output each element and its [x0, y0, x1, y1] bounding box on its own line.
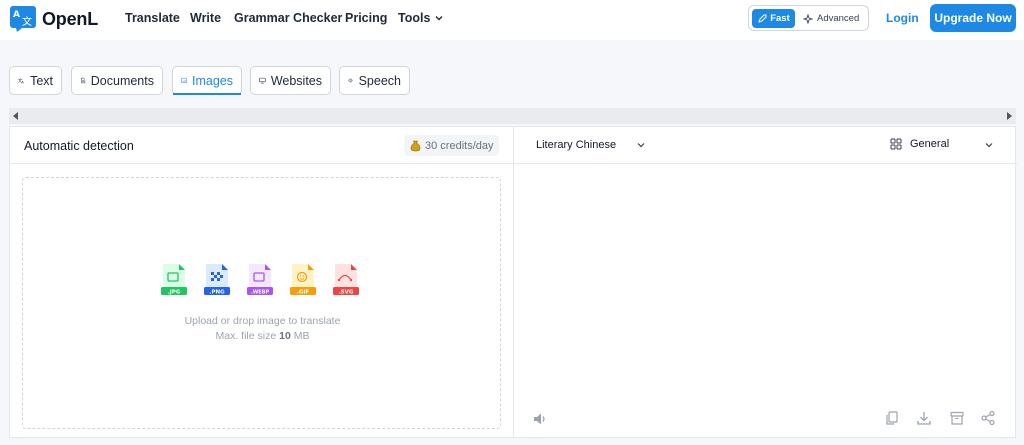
translation-panels: Automatic detection 30 credits/day Liter… — [9, 126, 1017, 439]
share-icon[interactable] — [980, 410, 996, 426]
tab-images-label: Images — [192, 73, 233, 88]
max-file-size-unit: MB — [290, 330, 310, 342]
tab-documents-label: Documents — [90, 73, 154, 88]
nav-pricing[interactable]: Pricing — [345, 11, 387, 25]
login-link[interactable]: Login — [886, 11, 919, 25]
file-type-icons: .JPG .PNG .WEBP .GIF .SVG — [161, 263, 361, 301]
tab-websites[interactable]: Websites — [250, 66, 331, 95]
svg-text:A: A — [21, 79, 24, 84]
download-icon[interactable] — [916, 410, 932, 426]
webp-label: .WEBP — [251, 290, 270, 296]
rocket-icon — [758, 14, 767, 23]
mode-switch: Fast Advanced — [748, 5, 869, 31]
target-language-selector[interactable]: Literary Chinese — [536, 139, 645, 151]
money-bag-icon — [410, 140, 421, 151]
tab-speech-label: Speech — [358, 73, 401, 88]
tab-text[interactable]: 文A Text — [9, 66, 62, 95]
scroll-left-arrow-icon[interactable] — [13, 112, 18, 120]
mode-fast-label: Fast — [770, 13, 790, 24]
nav-grammar-checker[interactable]: Grammar Checker — [234, 11, 342, 25]
nav-translate[interactable]: Translate — [125, 11, 180, 25]
nav-tools[interactable]: Tools — [398, 11, 444, 25]
webp-file-icon: .WEBP — [247, 264, 273, 296]
domain-selector[interactable]: General — [890, 138, 993, 150]
grid-icon — [890, 138, 902, 150]
panel-divider — [513, 127, 514, 439]
archive-icon[interactable] — [949, 410, 965, 426]
openl-logo-icon: A 文 — [10, 6, 36, 32]
tab-documents[interactable]: Documents — [71, 66, 163, 95]
source-language-selector[interactable]: Automatic detection — [24, 139, 134, 153]
dropzone-instructions: Upload or drop image to translate — [184, 315, 341, 327]
svg-text:A: A — [13, 10, 20, 20]
svg-label: .SVG — [339, 290, 354, 296]
active-tab-indicator — [173, 93, 241, 95]
png-label: .PNG — [209, 290, 225, 296]
tab-images[interactable]: Images — [172, 66, 242, 95]
nav-write[interactable]: Write — [190, 11, 221, 25]
copy-icon[interactable] — [884, 410, 900, 426]
jpg-file-icon: .JPG — [161, 264, 187, 296]
image-icon — [181, 78, 187, 83]
top-header: A 文 OpenL Translate Write Grammar Checke… — [0, 0, 1024, 40]
logo[interactable]: A 文 OpenL — [10, 6, 98, 32]
speaker-icon — [348, 77, 353, 84]
max-file-size: Max. file size 10 MB — [23, 330, 502, 342]
listen-speaker-icon[interactable] — [532, 411, 548, 427]
chevron-down-icon — [435, 16, 443, 21]
credits-badge: 30 credits/day — [404, 135, 500, 156]
target-header: Literary Chinese General — [514, 127, 1017, 164]
chevron-down-icon — [637, 143, 645, 148]
target-language-label: Literary Chinese — [536, 139, 617, 151]
mode-advanced-button[interactable]: Advanced — [803, 9, 859, 28]
horizontal-scrollbar[interactable] — [9, 108, 1016, 124]
svg-file-icon: .SVG — [333, 264, 359, 296]
gif-label: .GIF — [297, 290, 310, 296]
source-header: Automatic detection 30 credits/day — [10, 127, 513, 164]
monitor-icon — [259, 77, 266, 84]
domain-label: General — [910, 138, 950, 150]
tab-text-label: Text — [30, 73, 53, 88]
chevron-down-icon — [985, 143, 993, 148]
png-file-icon: .PNG — [204, 264, 230, 296]
mode-fast-button[interactable]: Fast — [752, 9, 795, 28]
tab-websites-label: Websites — [270, 73, 322, 88]
document-icon — [81, 77, 86, 84]
nav-tools-label: Tools — [398, 11, 431, 25]
logo-text: OpenL — [42, 8, 98, 29]
credits-text: 30 credits/day — [425, 139, 494, 152]
mode-advanced-label: Advanced — [817, 13, 860, 24]
svg-text:文: 文 — [22, 15, 32, 28]
tab-speech[interactable]: Speech — [339, 66, 410, 95]
max-file-size-value: 10 — [279, 330, 291, 342]
image-dropzone[interactable]: .JPG .PNG .WEBP .GIF .SVG Upload or drop… — [22, 177, 501, 429]
gif-file-icon: .GIF — [290, 264, 316, 296]
sparkle-icon — [803, 13, 813, 24]
max-file-size-prefix: Max. file size — [215, 330, 280, 342]
upgrade-button[interactable]: Upgrade Now — [930, 4, 1016, 32]
translate-icon: 文A — [18, 77, 24, 85]
scroll-right-arrow-icon[interactable] — [1007, 112, 1012, 120]
jpg-label: .JPG — [168, 290, 181, 296]
